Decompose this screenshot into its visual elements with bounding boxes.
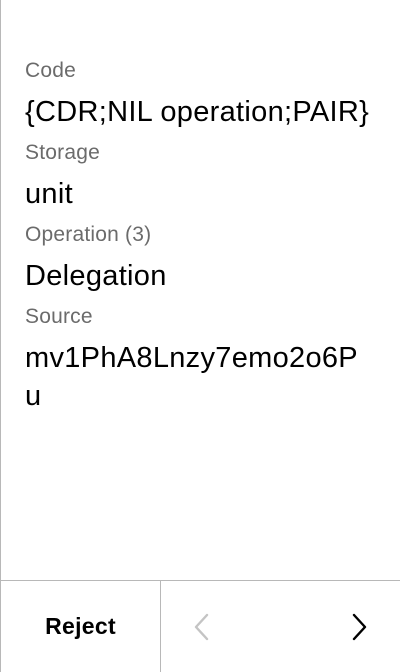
action-footer: Reject <box>1 580 400 672</box>
next-button[interactable] <box>348 612 372 642</box>
field-list: Code {CDR;NIL operation;PAIR} Storage un… <box>25 57 376 423</box>
chevron-left-icon <box>194 613 209 640</box>
field-value-source: mv1PhA8Lnzy7emo2o6Pu <box>25 342 358 412</box>
review-screen: Code {CDR;NIL operation;PAIR} Storage un… <box>0 0 400 672</box>
field-operation: Operation (3) Delegation <box>25 221 376 295</box>
field-storage: Storage unit <box>25 139 376 213</box>
field-value-code: {CDR;NIL operation;PAIR} <box>25 96 370 128</box>
field-code: Code {CDR;NIL operation;PAIR} <box>25 57 376 131</box>
field-value-storage: unit <box>25 178 73 210</box>
chevron-right-icon <box>352 613 367 640</box>
pager-nav <box>161 581 400 672</box>
previous-button[interactable] <box>189 612 213 642</box>
field-source: Source mv1PhA8Lnzy7emo2o6Pu <box>25 303 376 415</box>
field-label-source: Source <box>25 305 93 328</box>
field-label-operation: Operation (3) <box>25 223 152 246</box>
field-label-storage: Storage <box>25 141 100 164</box>
field-value-operation: Delegation <box>25 260 167 292</box>
field-label-code: Code <box>25 59 77 82</box>
reject-button[interactable]: Reject <box>1 581 161 672</box>
